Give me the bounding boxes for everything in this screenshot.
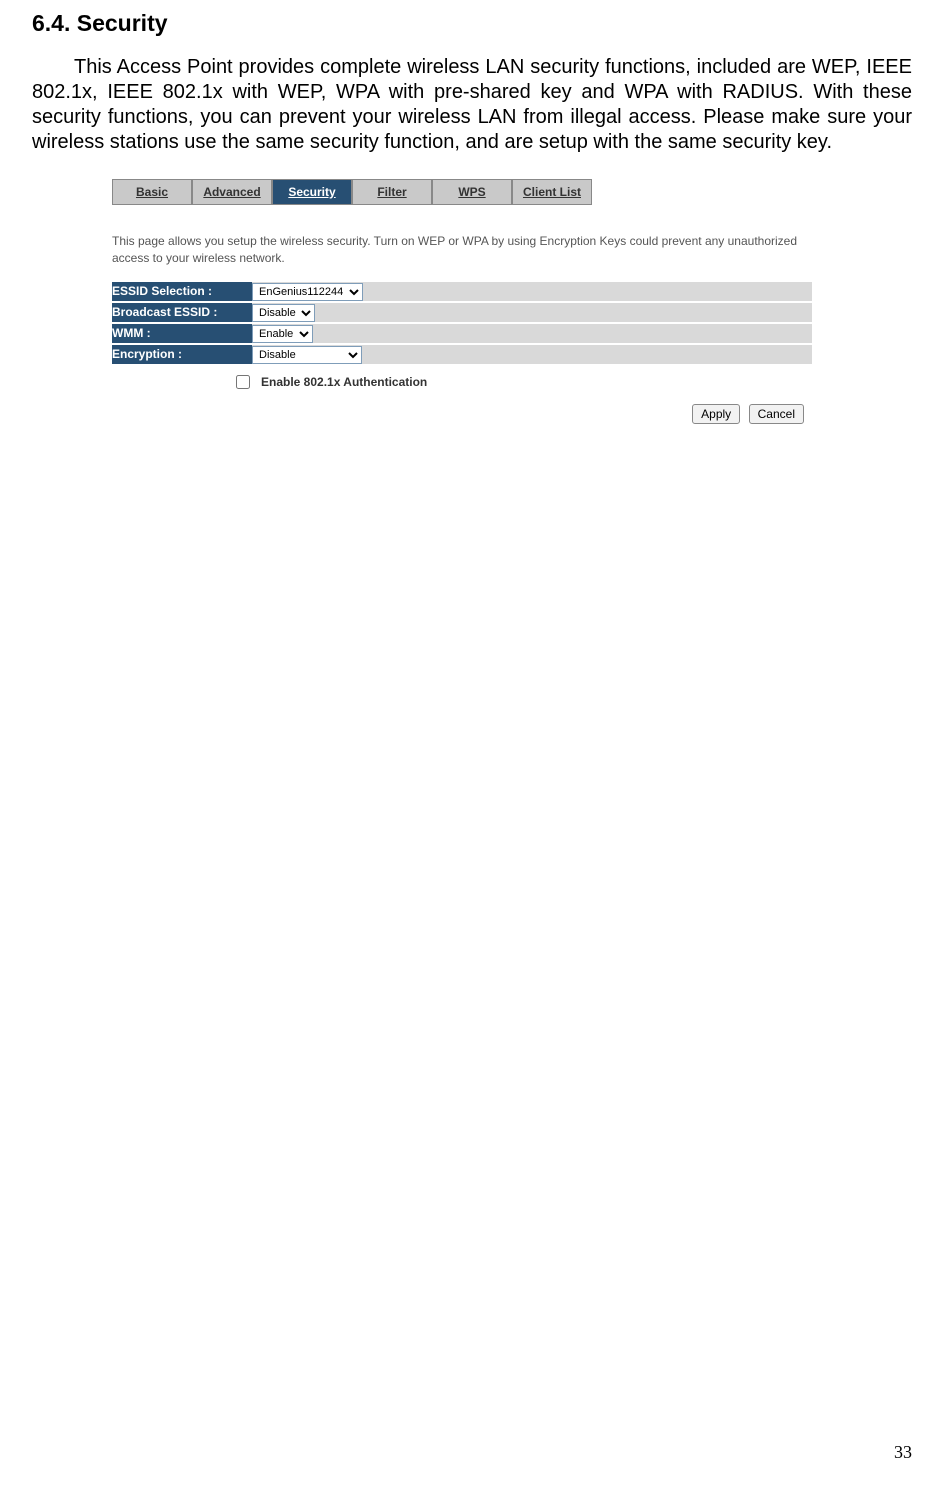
essid-label: ESSID Selection : [112,282,252,302]
enable-8021x-checkbox[interactable] [236,375,250,389]
settings-table: ESSID Selection : EnGenius112244 Broadca… [112,282,812,366]
section-heading: 6.4. Security [32,10,912,37]
tab-wps[interactable]: WPS [432,179,512,205]
tab-security[interactable]: Security [272,179,352,205]
encryption-select[interactable]: Disable [252,346,362,364]
button-row: Apply Cancel [112,404,812,424]
section-intro-text: This Access Point provides complete wire… [32,55,912,155]
page-number: 33 [894,1442,912,1463]
wmm-label: WMM : [112,323,252,344]
tab-bar: Basic Advanced Security Filter WPS Clien… [112,179,812,205]
wmm-select[interactable]: Enable [252,325,313,343]
tab-advanced[interactable]: Advanced [192,179,272,205]
tab-filter[interactable]: Filter [352,179,432,205]
config-panel-screenshot: Basic Advanced Security Filter WPS Clien… [112,179,812,424]
enable-8021x-row: Enable 802.1x Authentication [112,366,812,404]
essid-select[interactable]: EnGenius112244 [252,283,363,301]
tab-client-list[interactable]: Client List [512,179,592,205]
apply-button[interactable]: Apply [692,404,740,424]
enable-8021x-label: Enable 802.1x Authentication [261,375,427,389]
encryption-label: Encryption : [112,344,252,365]
tab-basic[interactable]: Basic [112,179,192,205]
panel-description: This page allows you setup the wireless … [112,233,812,268]
broadcast-select[interactable]: Disable [252,304,315,322]
broadcast-label: Broadcast ESSID : [112,302,252,323]
cancel-button[interactable]: Cancel [749,404,804,424]
